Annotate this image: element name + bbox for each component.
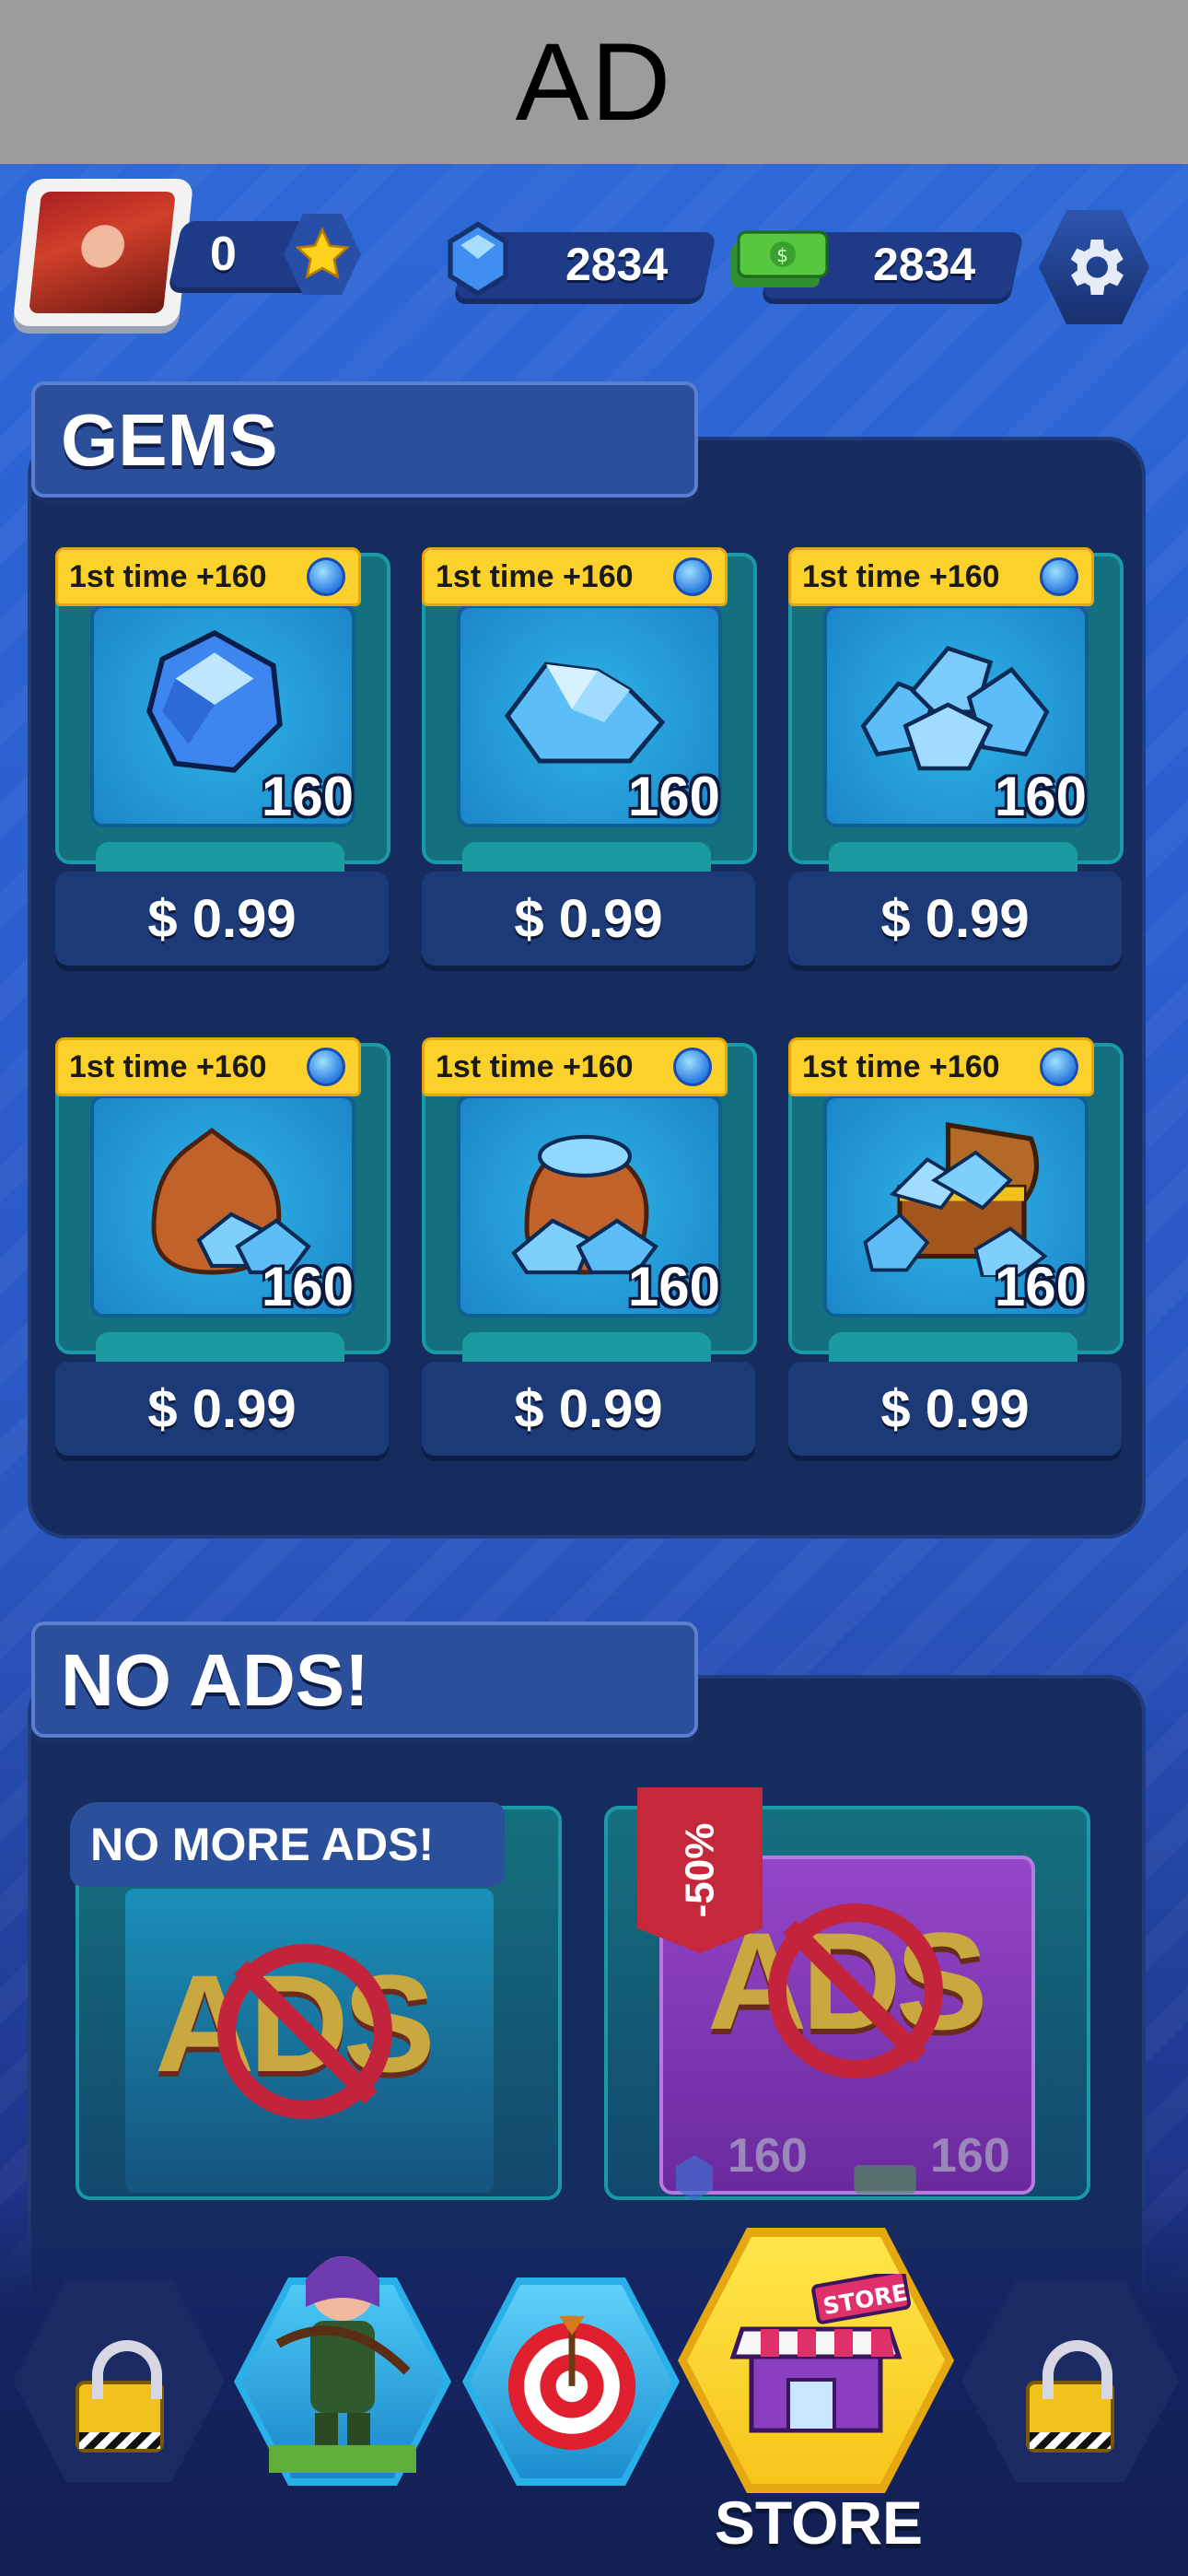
gem-amount: 160: [994, 766, 1087, 827]
mini-gem-icon: [673, 1048, 712, 1086]
target-icon: [507, 2315, 636, 2451]
buy-button[interactable]: $ 0.99: [422, 1362, 755, 1456]
mini-gem-icon: [307, 557, 345, 596]
lock-icon: [76, 2340, 164, 2453]
player-avatar[interactable]: [12, 179, 194, 326]
buy-button[interactable]: $ 0.99: [55, 1362, 389, 1456]
gem-amount: 160: [261, 766, 354, 827]
gem-currency-icon: [437, 217, 519, 305]
buy-button[interactable]: $ 0.99: [422, 872, 755, 966]
gem-pack-card[interactable]: 1st time +160 160 $ 0.99: [55, 547, 390, 971]
cash-currency-icon: $: [724, 221, 834, 299]
gear-icon: [1070, 240, 1124, 295]
first-time-ribbon: 1st time +160: [788, 547, 1094, 606]
gem-pack-card[interactable]: 1st time +160 160 $ 0.99: [422, 547, 757, 971]
gem-amount: 160: [994, 1256, 1087, 1317]
mini-gem-icon: [1040, 1048, 1078, 1086]
no-more-ads-title: NO MORE ADS!: [70, 1802, 505, 1887]
first-time-ribbon: 1st time +160: [788, 1037, 1094, 1096]
store-icon: STORE: [729, 2274, 912, 2433]
svg-text:$: $: [776, 244, 788, 266]
avatar-portrait: [29, 192, 176, 313]
archer-hero-icon: [269, 2256, 416, 2473]
store-tab-label: STORE: [714, 2488, 924, 2557]
gem-amount: 160: [627, 1256, 720, 1317]
stars-value: 0: [210, 228, 237, 281]
gems-section-title: GEMS: [61, 399, 278, 481]
buy-button[interactable]: $ 0.99: [55, 872, 389, 966]
first-time-ribbon: 1st time +160: [422, 547, 728, 606]
gem-pack-card[interactable]: 1st time +160 160 $ 0.99: [788, 1037, 1124, 1461]
first-time-ribbon: 1st time +160: [422, 1037, 728, 1096]
gems-value: 2834: [565, 239, 669, 290]
first-time-ribbon: 1st time +160: [55, 1037, 361, 1096]
gem-pack-card[interactable]: 1st time +160 160 $ 0.99: [788, 547, 1124, 971]
gems-section-header: GEMS: [31, 381, 698, 498]
bundle-gem-amount: 160: [728, 2129, 808, 2183]
gem-pack-card[interactable]: 1st time +160 160 $ 0.99: [422, 1037, 757, 1461]
mini-gem-icon: [307, 1048, 345, 1086]
buy-button[interactable]: $ 0.99: [788, 1362, 1122, 1456]
ad-banner-label: AD: [515, 20, 673, 144]
no-ads-section-title: NO ADS!: [61, 1639, 369, 1721]
mini-gem-icon: [1040, 557, 1078, 596]
gem-amount: 160: [627, 766, 720, 827]
ad-banner[interactable]: AD: [0, 0, 1188, 164]
gem-amount: 160: [261, 1256, 354, 1317]
gem-pack-card[interactable]: 1st time +160 160 $ 0.99: [55, 1037, 390, 1461]
lock-icon: [1026, 2340, 1114, 2453]
cash-value: 2834: [873, 239, 976, 290]
buy-button[interactable]: $ 0.99: [788, 872, 1122, 966]
bundle-cash-amount: 160: [930, 2129, 1010, 2183]
first-time-ribbon: 1st time +160: [55, 547, 361, 606]
mini-gem-icon: [673, 557, 712, 596]
discount-ribbon: -50%: [637, 1787, 763, 1953]
no-ads-section-header: NO ADS!: [31, 1622, 698, 1738]
